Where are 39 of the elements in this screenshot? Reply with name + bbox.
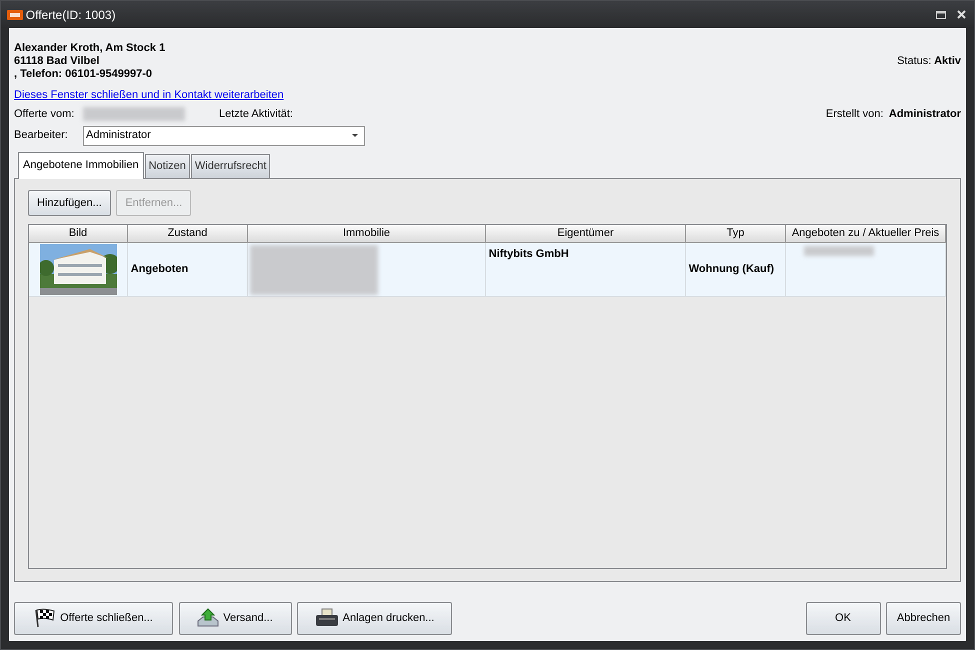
blurred-text (804, 246, 874, 256)
created-by-value: Administrator (888, 106, 961, 122)
footer-button[interactable]: Offerte schließen... (14, 602, 173, 634)
column-header[interactable]: Angeboten zu / Aktueller Preis (786, 225, 946, 242)
created-by-label: Erstellt von: (826, 106, 884, 122)
column-header[interactable]: Typ (686, 225, 786, 242)
address-line: 61118 Bad Vilbel (14, 55, 100, 68)
tab[interactable]: Angebotene Immobilien (18, 152, 144, 178)
tab[interactable]: Widerrufsrecht (190, 154, 270, 178)
window-title: Offerte(ID: 1003) (26, 6, 116, 24)
footer-button[interactable]: Versand... (178, 602, 292, 634)
checkered-flag-icon (34, 608, 56, 628)
footer-button[interactable]: Anlagen drucken... (297, 602, 452, 634)
upload-tray-icon (197, 608, 220, 628)
table-cell-text: Angeboten (130, 262, 188, 278)
dialog-button[interactable]: OK (806, 602, 880, 634)
table-cell-text: Wohnung (Kauf) (688, 262, 774, 278)
column-header[interactable]: Immobilie (248, 225, 486, 242)
column-header[interactable]: Zustand (128, 225, 248, 242)
printer-icon (314, 608, 339, 628)
column-header[interactable]: Bild (29, 225, 128, 242)
close-window-link[interactable]: Dieses Fenster schließen und in Kontakt weiterarbeiten (14, 88, 284, 100)
tab[interactable]: Notizen (144, 154, 190, 178)
address-line: Alexander Kroth, Am Stock 1 (14, 42, 166, 55)
maximize-icon[interactable] (936, 10, 946, 18)
editor-dropdown[interactable]: Administrator (83, 126, 365, 146)
status-label: Status: (897, 54, 932, 70)
offer-date-label: Offerte vom: (14, 106, 76, 122)
close-icon[interactable] (957, 10, 966, 19)
status-value: Aktiv (934, 54, 961, 70)
column-header[interactable]: Eigentümer (486, 225, 686, 242)
address-line: , Telefon: 06101-9549997-0 (14, 68, 153, 81)
table-cell: Niftybits GmbH (488, 248, 569, 260)
caret-icon (352, 134, 358, 137)
last-activity-label: Letzte Aktivität: (219, 106, 293, 122)
toolbar-button[interactable]: Hinzufügen... (28, 190, 111, 216)
app-logo-icon (7, 10, 23, 20)
editor-label: Bearbeiter: (14, 128, 69, 144)
dialog-button[interactable]: Abbrechen (886, 602, 961, 634)
